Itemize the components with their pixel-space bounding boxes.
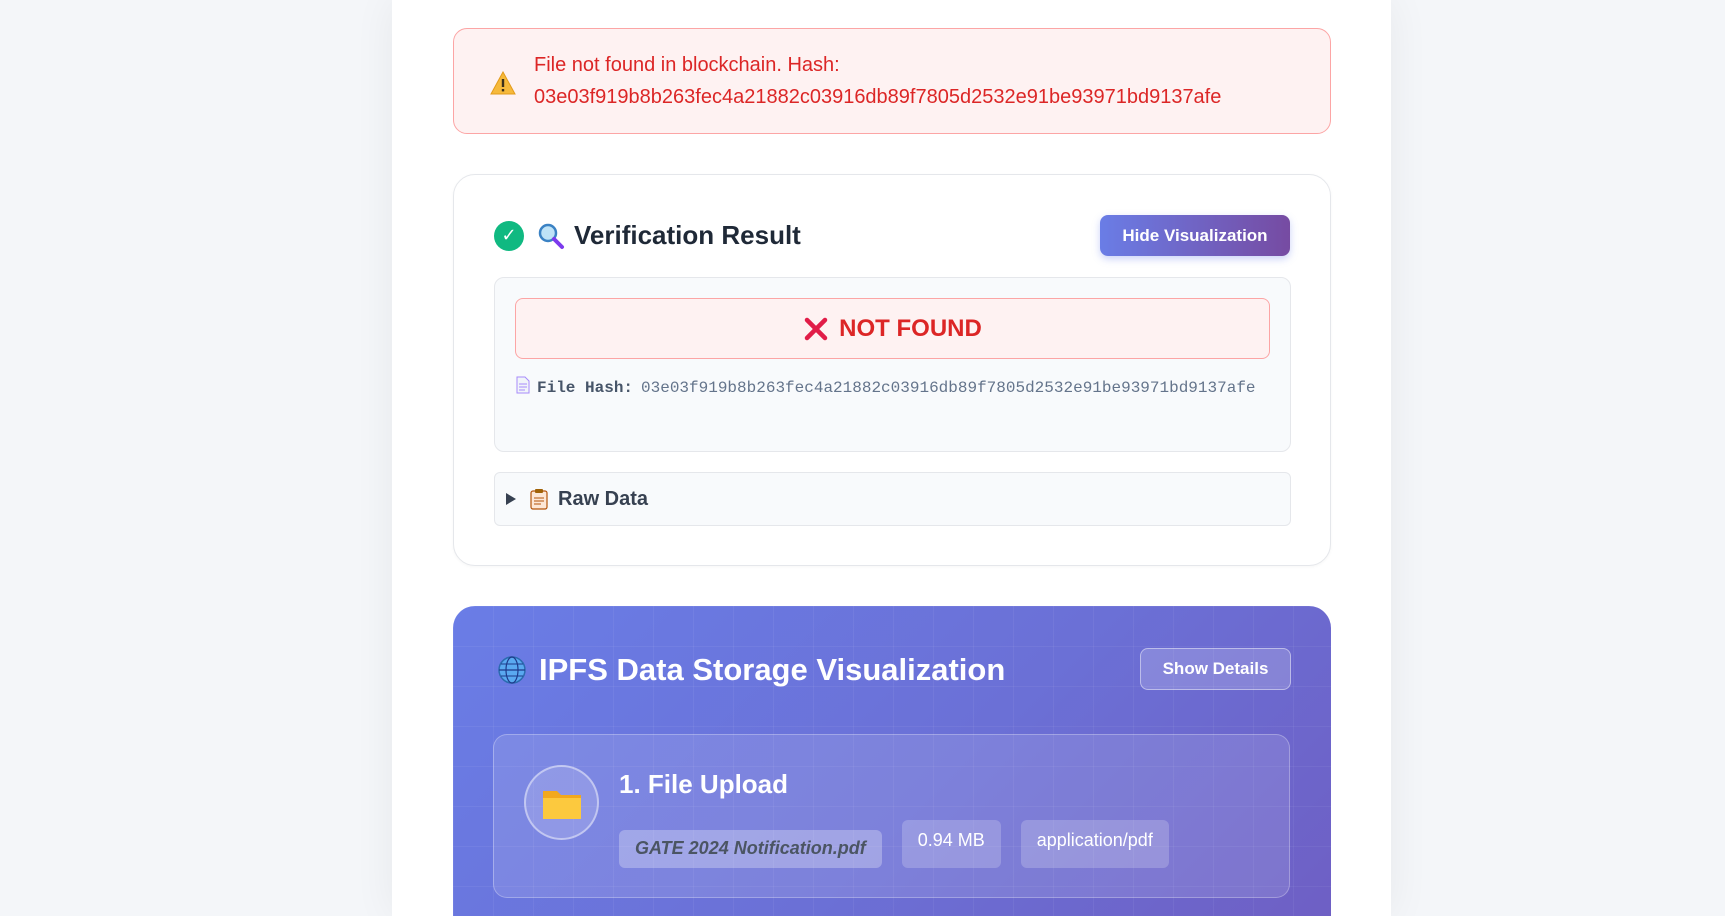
file-hash-line: File Hash: 03e03f919b8b263fec4a21882c0391… <box>515 374 1275 402</box>
error-text: File not found in blockchain. Hash: <box>534 54 840 76</box>
cross-icon <box>804 317 828 340</box>
disclosure-triangle-icon <box>506 493 516 505</box>
step-card-file-upload: 1. File Upload GATE 2024 Notification.pd… <box>493 734 1290 898</box>
file-size-chip: 0.94 MB <box>901 820 1001 868</box>
error-hash: 03e03f919b8b263fec4a21882c03916db89f7805… <box>534 86 1222 108</box>
show-details-button[interactable]: Show Details <box>1140 648 1291 690</box>
warning-icon <box>490 71 516 95</box>
file-name-chip: GATE 2024 Notification.pdf <box>619 830 882 868</box>
main-content-card: File not found in blockchain. Hash: 03e0… <box>392 0 1391 916</box>
file-info-chips: GATE 2024 Notification.pdf 0.94 MB appli… <box>619 820 1189 868</box>
clipboard-icon <box>530 489 548 510</box>
magnifier-icon <box>538 223 564 249</box>
hide-visualization-button[interactable]: Hide Visualization <box>1100 215 1290 256</box>
ipfs-visualization-panel: IPFS Data Storage Visualization Show Det… <box>453 606 1331 916</box>
raw-data-toggle[interactable]: Raw Data <box>494 472 1291 526</box>
mime-type-chip: application/pdf <box>1020 820 1169 868</box>
raw-data-label: Raw Data <box>558 487 649 510</box>
verification-header: ✓ Verification Result <box>494 220 801 251</box>
verification-result-box: NOT FOUND File Hash: 03e03f919b8b263fec4a… <box>494 277 1291 452</box>
verification-title: Verification Result <box>574 220 801 250</box>
globe-icon <box>498 656 526 684</box>
status-badge: NOT FOUND <box>515 298 1270 359</box>
error-banner: File not found in blockchain. Hash: 03e0… <box>453 28 1331 134</box>
step-icon-circle <box>524 765 599 840</box>
error-message: File not found in blockchain. Hash: 03e0… <box>534 49 1314 113</box>
file-hash-label: File Hash: <box>537 379 634 397</box>
document-icon <box>516 376 530 394</box>
file-hash-value: 03e03f919b8b263fec4a21882c03916db89f7805… <box>641 379 1256 397</box>
folder-icon <box>542 790 581 819</box>
step-title: 1. File Upload <box>619 769 789 799</box>
ipfs-title: IPFS Data Storage Visualization <box>539 652 1006 687</box>
check-circle-icon: ✓ <box>494 220 524 251</box>
status-text: NOT FOUND <box>839 314 982 342</box>
verification-card: ✓ Verification Result Hide Visualization… <box>453 174 1331 566</box>
ipfs-header: IPFS Data Storage Visualization <box>497 652 1005 688</box>
